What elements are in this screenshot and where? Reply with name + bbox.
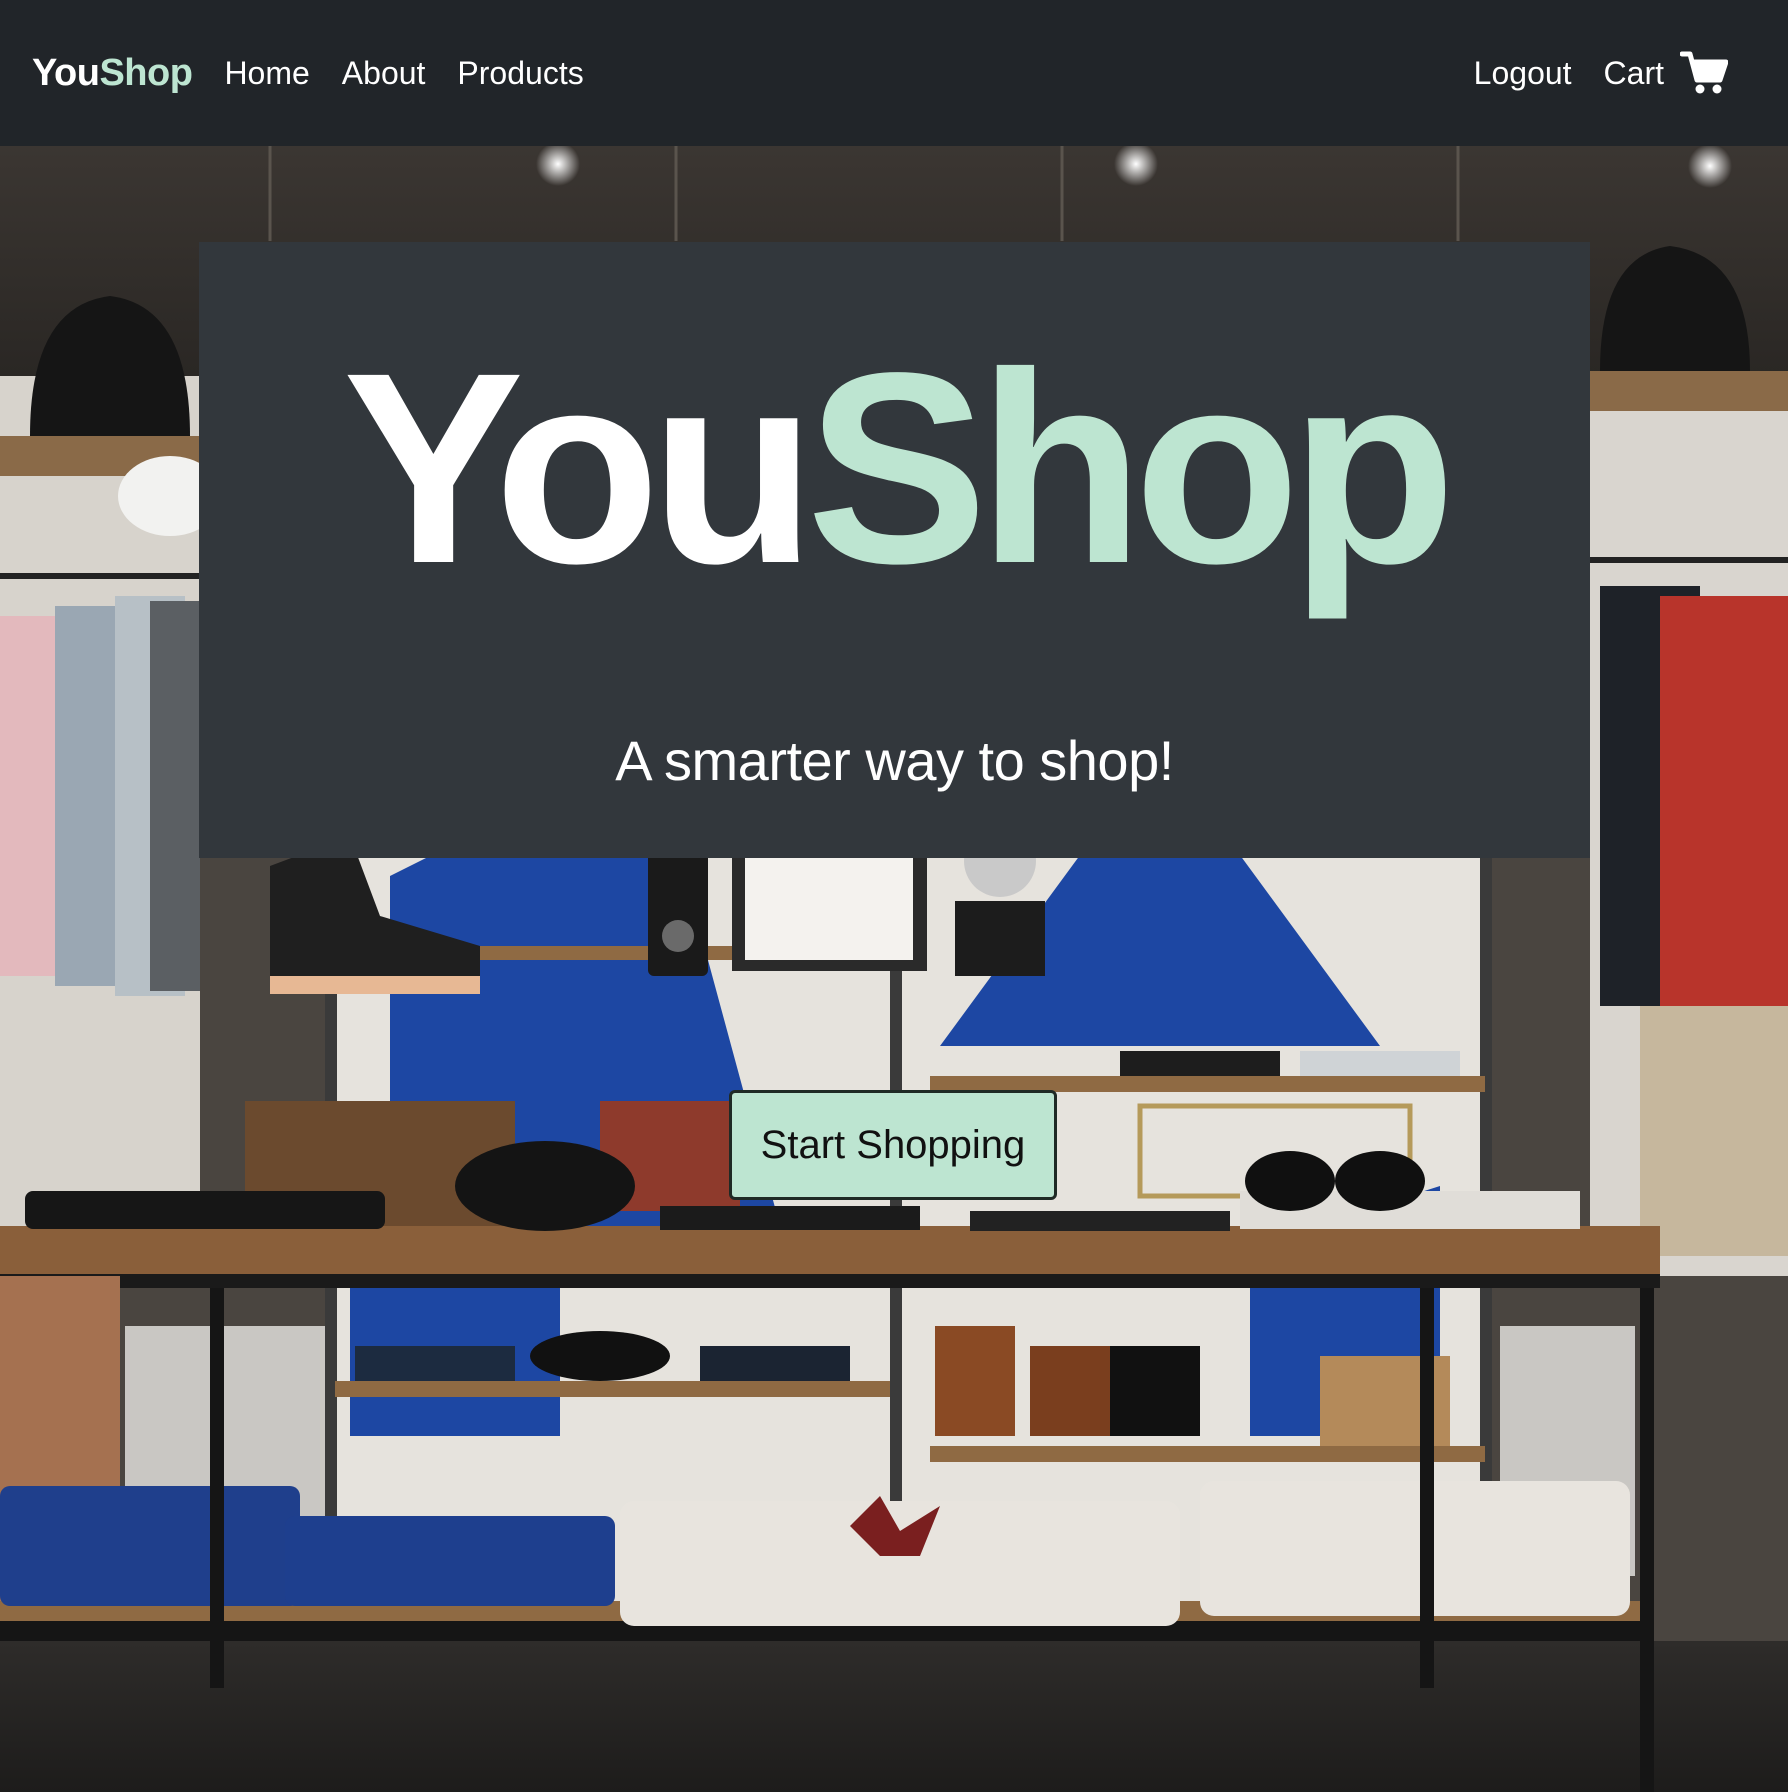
hero-subtitle: A smarter way to shop! bbox=[615, 729, 1174, 792]
nav-cart-link[interactable]: Cart bbox=[1604, 50, 1756, 96]
top-navbar: YouShop Home About Products Logout Cart bbox=[0, 0, 1788, 146]
hero-section: YouShop A smarter way to shop! Start Sho… bbox=[0, 146, 1788, 1792]
hero-title-part-shop: Shop bbox=[806, 316, 1456, 620]
brand-logo[interactable]: YouShop bbox=[32, 51, 193, 95]
nav-cart-label: Cart bbox=[1603, 54, 1664, 91]
nav-about-link[interactable]: About bbox=[342, 55, 426, 92]
hero-card: YouShop A smarter way to shop! bbox=[199, 242, 1590, 858]
nav-home-link[interactable]: Home bbox=[224, 55, 309, 92]
navbar-right-group: Logout Cart bbox=[1442, 50, 1756, 96]
brand-part-shop: Shop bbox=[99, 51, 193, 94]
hero-title-part-you: You bbox=[342, 316, 817, 620]
nav-products-link[interactable]: Products bbox=[457, 55, 583, 92]
shopping-cart-icon bbox=[1680, 51, 1728, 94]
hero-title: YouShop bbox=[199, 332, 1590, 604]
start-shopping-button[interactable]: Start Shopping bbox=[729, 1090, 1057, 1200]
nav-logout-link[interactable]: Logout bbox=[1474, 55, 1572, 92]
brand-part-you: You bbox=[32, 51, 100, 94]
